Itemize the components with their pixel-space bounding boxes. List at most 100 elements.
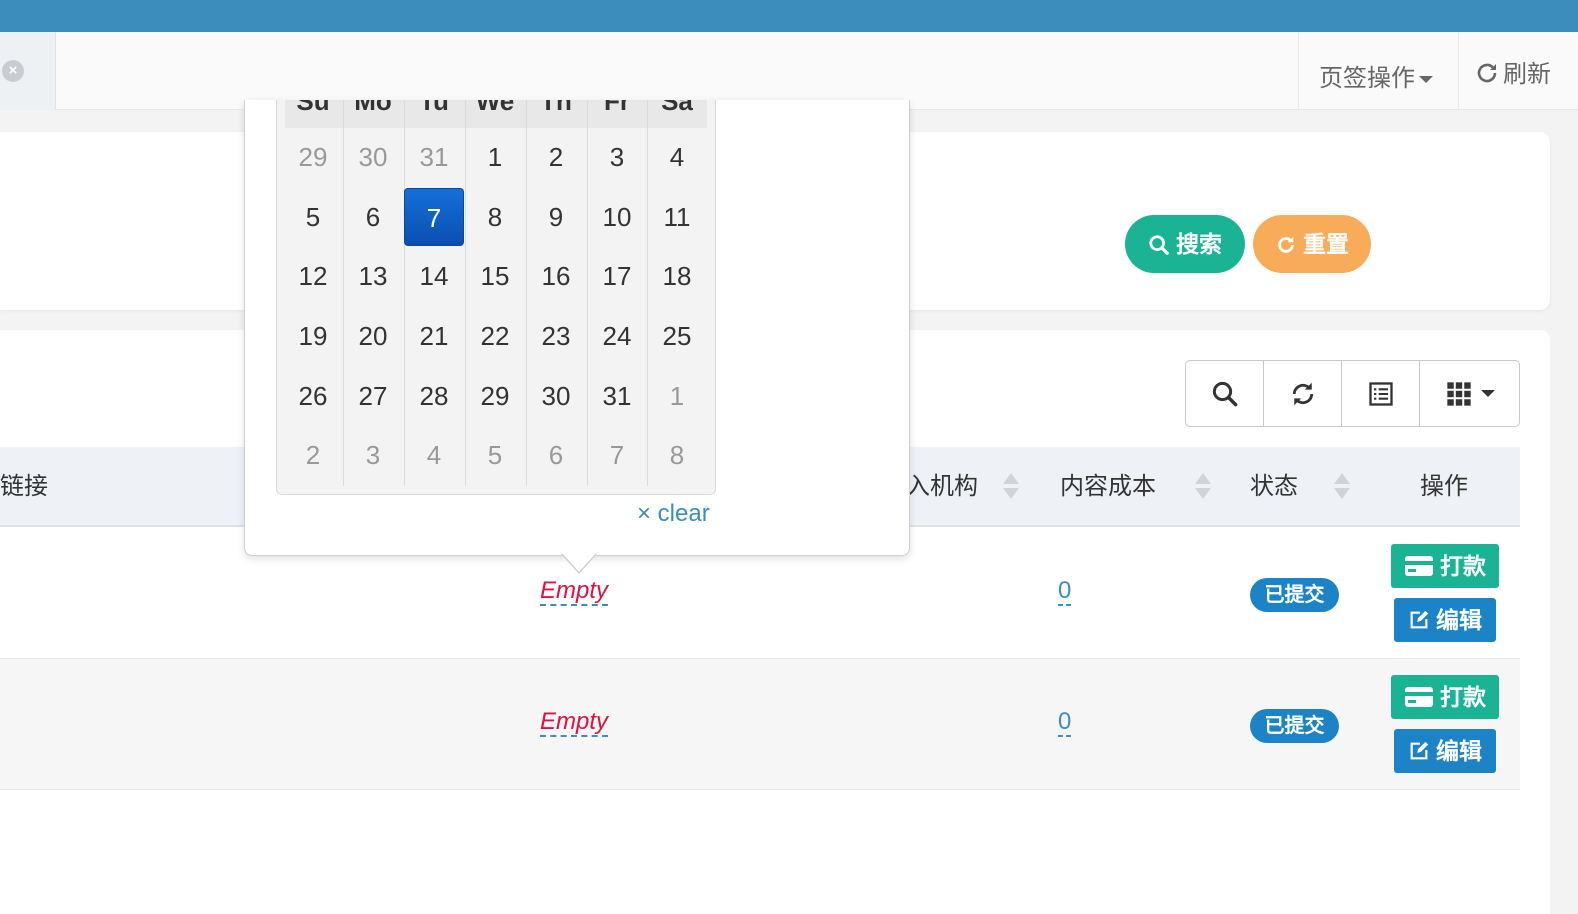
datepicker-day[interactable]: 7 <box>587 426 647 484</box>
datepicker-day[interactable]: 22 <box>465 307 525 365</box>
grid-icon <box>1446 381 1471 406</box>
sort-icon[interactable] <box>1195 473 1211 501</box>
datepicker-day[interactable]: 31 <box>404 128 464 186</box>
datepicker-day[interactable]: 3 <box>343 426 403 484</box>
datepicker-day[interactable]: 17 <box>587 247 647 305</box>
datepicker-day[interactable]: 8 <box>465 188 525 246</box>
datepicker-day[interactable]: 20 <box>343 307 403 365</box>
datepicker-arrow <box>561 553 597 574</box>
page-ops-label: 页签操作 <box>1319 65 1415 92</box>
pay-button[interactable]: 打款 <box>1391 544 1499 588</box>
sort-icon[interactable] <box>1334 473 1350 501</box>
edit-button-label: 编辑 <box>1436 738 1482 764</box>
datepicker-day[interactable]: 29 <box>465 367 525 425</box>
datepicker-day[interactable]: 11 <box>647 188 707 246</box>
datepicker-day[interactable]: 5 <box>283 188 343 246</box>
cost-editable-link[interactable]: 0 <box>1058 578 1072 606</box>
datepicker-day[interactable]: 10 <box>587 188 647 246</box>
datepicker-day[interactable]: 23 <box>526 307 586 365</box>
edit-button[interactable]: 编辑 <box>1394 729 1496 773</box>
toolbar-search-button[interactable] <box>1186 361 1264 426</box>
caret-down-icon <box>1419 76 1433 84</box>
search-button-label: 搜索 <box>1176 231 1222 257</box>
datepicker-day[interactable]: 15 <box>465 247 525 305</box>
datepicker-day[interactable]: 26 <box>283 367 343 425</box>
refresh-icon <box>1292 382 1313 405</box>
datepicker-day[interactable]: 28 <box>404 367 464 425</box>
datepicker-day[interactable]: 8 <box>647 426 707 484</box>
search-icon <box>1149 235 1169 255</box>
weekday-label: Th <box>540 100 572 116</box>
cost-editable-link[interactable]: 0 <box>1058 709 1072 737</box>
status-badge: 已提交 <box>1250 709 1339 743</box>
toolbar-toggle-view-button[interactable] <box>1342 361 1420 426</box>
datepicker-day[interactable]: 27 <box>343 367 403 425</box>
toolbar-columns-dropdown[interactable] <box>1420 361 1519 426</box>
weekday-label: We <box>475 100 515 116</box>
datepicker-day[interactable]: 1 <box>647 367 707 425</box>
datepicker-weekday-header: Su Mo Tu We Th Fr Sa <box>285 100 707 128</box>
datepicker-day[interactable]: 18 <box>647 247 707 305</box>
datepicker-day[interactable]: 30 <box>526 367 586 425</box>
weekday-label: Fr <box>604 100 630 116</box>
weekday-label: Mo <box>354 100 392 116</box>
pay-button-label: 打款 <box>1440 684 1486 710</box>
datepicker-day[interactable]: 25 <box>647 307 707 365</box>
datepicker-day-selected[interactable]: 7 <box>404 188 464 246</box>
edit-button[interactable]: 编辑 <box>1394 598 1496 642</box>
datepicker-day[interactable]: 4 <box>647 128 707 186</box>
refresh-label: 刷新 <box>1503 61 1551 88</box>
datepicker-day[interactable]: 2 <box>526 128 586 186</box>
close-circle-icon[interactable]: × <box>2 60 24 82</box>
column-header-cost[interactable]: 内容成本 <box>1060 447 1156 527</box>
weekday-label: Su <box>296 100 330 116</box>
top-header-bar <box>0 0 1578 32</box>
sort-icon[interactable] <box>1003 473 1019 501</box>
datepicker-day[interactable]: 6 <box>343 188 403 246</box>
column-header-status[interactable]: 状态 <box>1250 447 1298 527</box>
editable-empty-link[interactable]: Empty <box>540 578 609 606</box>
datepicker-day[interactable]: 13 <box>343 247 403 305</box>
datepicker-day[interactable]: 29 <box>283 128 343 186</box>
datepicker-day[interactable]: 19 <box>283 307 343 365</box>
datepicker-day[interactable]: 12 <box>283 247 343 305</box>
page-ops-dropdown[interactable]: 页签操作 <box>1298 32 1458 110</box>
datepicker-day[interactable]: 16 <box>526 247 586 305</box>
weekday-label: Sa <box>661 100 693 116</box>
datepicker-clear-button[interactable]: × clear <box>637 500 710 528</box>
datepicker-day[interactable]: 24 <box>587 307 647 365</box>
table-toolbar <box>1185 360 1520 427</box>
datepicker-day[interactable]: 31 <box>587 367 647 425</box>
edit-button-label: 编辑 <box>1436 607 1482 633</box>
datepicker-day[interactable]: 2 <box>283 426 343 484</box>
editable-empty-link[interactable]: Empty <box>540 709 609 737</box>
column-header-actions: 操作 <box>1420 473 1468 500</box>
refresh-tab-button[interactable]: 刷新 <box>1458 32 1578 110</box>
tab-item[interactable]: × <box>0 32 56 110</box>
caret-down-icon <box>1480 390 1495 397</box>
datepicker-day[interactable]: 4 <box>404 426 464 484</box>
edit-icon <box>1410 610 1429 629</box>
toolbar-refresh-button[interactable] <box>1264 361 1342 426</box>
credit-card-icon <box>1405 687 1433 707</box>
datepicker-day[interactable]: 21 <box>404 307 464 365</box>
refresh-icon <box>1477 63 1497 83</box>
datepicker-day[interactable]: 5 <box>465 426 525 484</box>
datepicker-day[interactable]: 6 <box>526 426 586 484</box>
column-header-org[interactable]: 入机构 <box>906 447 978 527</box>
datepicker-day[interactable]: 3 <box>587 128 647 186</box>
datepicker-day[interactable]: 1 <box>465 128 525 186</box>
tab-bar: × 页签操作 刷新 <box>0 32 1578 110</box>
weekday-label: Tu <box>419 100 449 116</box>
refresh-icon <box>1278 236 1294 253</box>
search-button[interactable]: 搜索 <box>1125 215 1245 273</box>
datepicker-day[interactable]: 30 <box>343 128 403 186</box>
datepicker-day[interactable]: 9 <box>526 188 586 246</box>
status-badge: 已提交 <box>1250 578 1339 612</box>
pay-button[interactable]: 打款 <box>1391 675 1499 719</box>
reset-button[interactable]: 重置 <box>1253 215 1371 273</box>
datepicker-day[interactable]: 14 <box>404 247 464 305</box>
table-row: Empty 0 已提交 打款 编辑 <box>0 659 1520 790</box>
column-header-link[interactable]: 链接 <box>0 447 48 527</box>
pay-button-label: 打款 <box>1440 553 1486 579</box>
